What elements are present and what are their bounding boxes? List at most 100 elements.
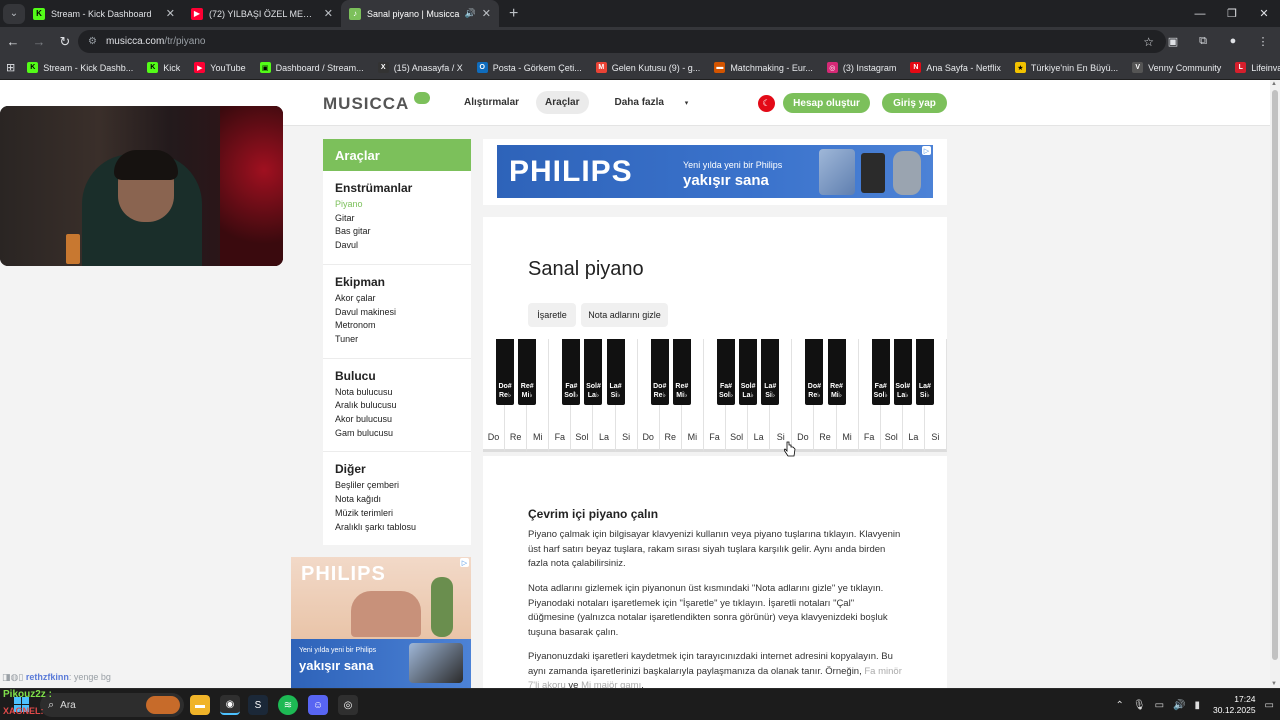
bookmark-item[interactable]: M Gelen Kutusu (9) - g...	[595, 62, 700, 73]
nav-exercises[interactable]: Alıştırmalar	[455, 91, 528, 114]
piano-black-key[interactable]: Do# Re♭	[805, 339, 824, 405]
piano-black-key[interactable]: Re# Mi♭	[827, 339, 846, 405]
sidebar-link-tuner[interactable]: Tuner	[335, 333, 459, 347]
bookmark-item[interactable]: V Venny Community	[1132, 62, 1221, 73]
link-e-major-scale[interactable]: Mi majör gamı	[581, 680, 641, 688]
sidebar-link-staff-paper[interactable]: Nota kağıdı	[335, 493, 459, 507]
sidebar-link-piano[interactable]: Piyano	[335, 198, 459, 212]
piano-black-key[interactable]: Do# Re♭	[650, 339, 669, 405]
bookmark-star-icon[interactable]: ☆	[1143, 35, 1154, 49]
bookmark-item[interactable]: ★ Türkiye'nin En Büyü...	[1014, 62, 1118, 73]
page-scrollbar[interactable]: ▲ ▼	[1270, 80, 1280, 688]
close-tab-icon[interactable]: ✕	[324, 7, 333, 20]
apps-grid-icon[interactable]: ⊞	[6, 61, 15, 74]
file-explorer-icon[interactable]: ▬	[190, 695, 210, 715]
piano-black-key[interactable]: La# Si♭	[761, 339, 780, 405]
bookmark-item[interactable]: ▶ YouTube	[194, 62, 246, 73]
scrollbar-thumb[interactable]	[1272, 90, 1278, 660]
obs-icon[interactable]: ◎	[338, 695, 358, 715]
sidebar-link-drum-machine[interactable]: Davul makinesi	[335, 306, 459, 320]
piano-black-key[interactable]: Sol# La♭	[739, 339, 758, 405]
sidebar-link-chord-player[interactable]: Akor çalar	[335, 292, 459, 306]
forward-icon[interactable]: →	[26, 29, 52, 55]
sidebar-link-bass[interactable]: Bas gitar	[335, 225, 459, 239]
bookmark-item[interactable]: ◎ (3) Instagram	[826, 62, 896, 73]
microphone-icon[interactable]: 🎙	[1133, 700, 1146, 711]
minimize-icon[interactable]: —	[1184, 0, 1216, 27]
close-tab-icon[interactable]: ✕	[482, 7, 491, 20]
browser-tab-1[interactable]: K Stream - Kick Dashboard ✕	[25, 0, 183, 27]
sidebar-link-guitar[interactable]: Gitar	[335, 212, 459, 226]
bookmark-item[interactable]: X (15) Anasayfa / X	[377, 62, 463, 73]
close-window-icon[interactable]: ✕	[1248, 0, 1280, 27]
site-info-icon[interactable]: ⚙	[88, 36, 97, 47]
restore-icon[interactable]: ❐	[1216, 0, 1248, 27]
sidebar-link-metronome[interactable]: Metronom	[335, 319, 459, 333]
sidebar-link-note-finder[interactable]: Nota bulucusu	[335, 386, 459, 400]
network-icon[interactable]: ▭	[1155, 700, 1164, 711]
piano-black-key[interactable]: Re# Mi♭	[672, 339, 691, 405]
piano-black-key[interactable]: Sol# La♭	[584, 339, 603, 405]
close-tab-icon[interactable]: ✕	[166, 7, 175, 20]
browser-tab-2[interactable]: ▶ (72) YILBAŞI ÖZEL MEKİP KOMİ ✕	[183, 0, 341, 27]
create-account-button[interactable]: Hesap oluştur	[783, 93, 870, 113]
audio-playing-icon[interactable]: 🔊	[465, 8, 476, 19]
address-bar[interactable]: ⚙ musicca.com/tr/piyano ☆	[78, 30, 1166, 53]
sidebar-link-music-terms[interactable]: Müzik terimleri	[335, 507, 459, 521]
tab-search-button[interactable]: ⌄	[3, 3, 25, 24]
mark-button[interactable]: İşaretle	[528, 303, 576, 327]
piano-black-key[interactable]: Re# Mi♭	[518, 339, 537, 405]
back-icon[interactable]: ←	[0, 29, 26, 55]
piano-black-key[interactable]: Sol# La♭	[893, 339, 912, 405]
extension-icon[interactable]: ▣	[1162, 30, 1184, 52]
piano-black-key[interactable]: La# Si♭	[606, 339, 625, 405]
taskbar-clock[interactable]: 17:24 30.12.2025	[1213, 694, 1256, 716]
nav-tools[interactable]: Araçlar	[536, 91, 589, 114]
taskbar-search[interactable]: ⌕ Ara	[40, 693, 184, 717]
bookmark-item[interactable]: O Posta - Görkem Çeti...	[476, 62, 582, 73]
notifications-icon[interactable]: ▭	[1265, 700, 1274, 711]
login-button[interactable]: Giriş yap	[882, 93, 947, 113]
bookmark-item[interactable]: ▣ Dashboard / Stream...	[259, 62, 364, 73]
turkey-flag-icon[interactable]: ☾	[758, 95, 775, 112]
sidebar-link-circle-of-fifths[interactable]: Beşliler çemberi	[335, 479, 459, 493]
musicca-logo[interactable]: MUSICCA	[323, 94, 409, 114]
tray-overflow-icon[interactable]: ⌃	[1115, 700, 1123, 711]
ad-choices-icon[interactable]: ▷	[922, 146, 931, 155]
nav-more[interactable]: Daha fazla ▾	[597, 91, 707, 114]
piano-black-key[interactable]: Do# Re♭	[496, 339, 515, 405]
sidebar-link-drums[interactable]: Davul	[335, 239, 459, 253]
new-tab-icon[interactable]: +	[509, 5, 518, 23]
hide-note-names-button[interactable]: Nota adlarını gizle	[581, 303, 668, 327]
side-ad-banner[interactable]: PHILIPS Yeni yılda yeni bir Philips yakı…	[291, 557, 471, 688]
discord-icon[interactable]: ☺	[308, 695, 328, 715]
extensions-puzzle-icon[interactable]: ⧉	[1192, 30, 1214, 52]
spotify-icon[interactable]: ≋	[278, 695, 298, 715]
scroll-up-icon[interactable]: ▲	[1271, 81, 1277, 87]
ad-choices-icon[interactable]: ▷	[460, 558, 469, 567]
browser-tab-3[interactable]: ♪ Sanal piyano | Musicca 🔊 ✕	[341, 0, 499, 27]
bookmark-item[interactable]: K Kick	[147, 62, 180, 73]
top-ad-banner[interactable]: PHILIPS Yeni yılda yeni bir Philips yakı…	[483, 139, 947, 205]
battery-icon[interactable]: ▮	[1194, 700, 1200, 711]
sidebar-link-chord-finder[interactable]: Akor bulucusu	[335, 413, 459, 427]
scroll-down-icon[interactable]: ▼	[1271, 681, 1277, 687]
philips-ad[interactable]: PHILIPS Yeni yılda yeni bir Philips yakı…	[497, 145, 933, 198]
bookmark-item[interactable]: ▬ Matchmaking - Eur...	[714, 62, 813, 73]
piano-black-key[interactable]: Fa# Sol♭	[562, 339, 581, 405]
chrome-icon[interactable]: ◉	[220, 695, 240, 715]
volume-icon[interactable]: 🔊	[1173, 700, 1185, 711]
menu-dots-icon[interactable]: ⋮	[1252, 30, 1274, 52]
profile-avatar-icon[interactable]: ●	[1222, 30, 1244, 52]
piano-black-key[interactable]: Fa# Sol♭	[717, 339, 736, 405]
sidebar-link-scale-finder[interactable]: Gam bulucusu	[335, 427, 459, 441]
sidebar-link-interval-songs[interactable]: Aralıklı şarkı tablosu	[335, 521, 459, 535]
bookmark-item[interactable]: L Lifeinvader - VennyV	[1235, 62, 1280, 73]
piano-black-key[interactable]: Fa# Sol♭	[871, 339, 890, 405]
bookmark-item[interactable]: N Ana Sayfa - Netflix	[910, 62, 1001, 73]
bookmark-item[interactable]: K Stream - Kick Dashb...	[27, 62, 133, 73]
steam-icon[interactable]: S	[248, 695, 268, 715]
sidebar-link-interval-finder[interactable]: Aralık bulucusu	[335, 399, 459, 413]
piano-black-key[interactable]: La# Si♭	[915, 339, 934, 405]
reload-icon[interactable]: ↻	[52, 29, 78, 55]
